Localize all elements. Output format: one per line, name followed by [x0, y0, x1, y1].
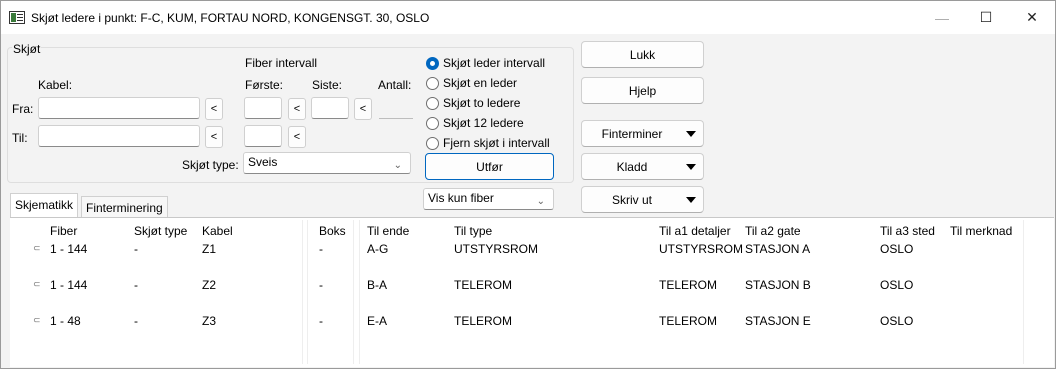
fiber-interval-label: Fiber intervall [245, 56, 318, 70]
window-title: Skjøt ledere i punkt: F-C, KUM, FORTAU N… [31, 11, 430, 25]
table-row[interactable] [10, 274, 1020, 294]
chevron-down-icon: ⌄ [536, 196, 545, 207]
tab-finterminering[interactable]: Finterminering [81, 196, 168, 218]
print-menu-button[interactable]: Skriv ut [581, 186, 704, 213]
cell-til-ende: A-G [367, 242, 389, 256]
skjot-type-select[interactable]: Sveis ⌄ [243, 152, 411, 174]
fra-pick-button[interactable]: < [205, 98, 223, 120]
cell-skjot-type: - [134, 314, 138, 328]
antall-readonly-field [379, 118, 413, 119]
cell-boks: - [319, 242, 323, 256]
execute-button[interactable]: Utfør [425, 153, 554, 180]
radio-skjot-12-ledere[interactable]: Skjøt 12 ledere [426, 115, 524, 131]
forste-label: Første: [245, 78, 283, 92]
cell-til-type: TELEROM [454, 278, 513, 292]
kabel-label: Kabel: [38, 78, 73, 92]
radio-skjot-en-leder[interactable]: Skjøt en leder [426, 75, 517, 91]
col-header-fiber[interactable]: Fiber [50, 224, 77, 238]
radio-indicator [426, 56, 439, 70]
fra-label: Fra: [12, 102, 34, 116]
radio-indicator [426, 136, 439, 150]
radio-skjot-to-ledere[interactable]: Skjøt to ledere [426, 95, 520, 111]
cell-til-type: TELEROM [454, 314, 513, 328]
cell-til-a2: STASJON A [745, 242, 811, 256]
radio-skjot-leder-intervall[interactable]: Skjøt leder intervall [426, 55, 545, 71]
chevron-down-icon: ⌄ [393, 160, 402, 171]
cell-til-type: UTSTYRSROM [454, 242, 538, 256]
tab-skjematikk[interactable]: Skjematikk [10, 193, 79, 217]
groupbox-label: Skjøt [12, 42, 42, 56]
fra-forste-pick-button[interactable]: < [288, 98, 306, 120]
radio-indicator [426, 96, 439, 110]
col-header-til-a3[interactable]: Til a3 sted [880, 224, 935, 238]
close-window-button[interactable]: ✕ [1009, 1, 1055, 34]
kladd-menu-button[interactable]: Kladd [581, 153, 704, 180]
cell-kabel: Z2 [202, 278, 217, 292]
cell-skjot-type: - [134, 242, 138, 256]
title-bar: Skjøt ledere i punkt: F-C, KUM, FORTAU N… [1, 1, 1055, 34]
radio-indicator [426, 76, 439, 90]
table-row[interactable] [10, 310, 1020, 330]
cell-til-a3: OSLO [880, 278, 914, 292]
cell-boks: - [319, 278, 323, 292]
view-filter-select[interactable]: Vis kun fiber ⌄ [423, 188, 554, 210]
dropdown-arrow-icon [686, 130, 696, 137]
row-toggle-icon[interactable]: ⊂ [33, 279, 41, 290]
col-header-til-merknad[interactable]: Til merknad [950, 224, 1012, 238]
cell-fiber: 1 - 144 [50, 242, 88, 256]
cell-til-a3: OSLO [880, 314, 914, 328]
row-toggle-icon[interactable]: ⊂ [33, 315, 41, 326]
maximize-button[interactable]: ☐ [963, 1, 1009, 34]
col-header-til-ende[interactable]: Til ende [367, 224, 409, 238]
help-button[interactable]: Hjelp [581, 77, 704, 104]
cell-kabel: Z3 [202, 314, 217, 328]
col-header-boks[interactable]: Boks [319, 224, 346, 238]
til-pick-button[interactable]: < [205, 126, 223, 148]
col-header-til-a2[interactable]: Til a2 gate [745, 224, 801, 238]
dropdown-arrow-icon [686, 196, 696, 203]
col-header-skjot-type[interactable]: Skjøt type [134, 224, 187, 238]
til-forste-pick-button[interactable]: < [288, 126, 306, 148]
dropdown-arrow-icon [686, 163, 696, 170]
til-label: Til: [12, 131, 28, 145]
siste-label: Siste: [312, 78, 343, 92]
minimize-button[interactable]: — [919, 1, 965, 34]
finterminer-menu-button[interactable]: Finterminer [581, 120, 704, 147]
siste-input[interactable] [311, 97, 349, 119]
til-cable-input[interactable] [38, 125, 200, 147]
antall-label: Antall: [378, 78, 412, 92]
cell-til-a1: TELEROM [659, 314, 718, 328]
cell-fiber: 1 - 144 [50, 278, 88, 292]
cell-til-a2: STASJON B [745, 278, 811, 292]
cell-til-a1: TELEROM [659, 278, 718, 292]
cell-boks: - [319, 314, 323, 328]
schematic-table: Fiber Skjøt type Kabel Boks Til ende Til… [10, 217, 1054, 367]
skjot-type-label: Skjøt type: [182, 158, 239, 172]
column-divider [1023, 220, 1024, 364]
close-icon: ✕ [1026, 9, 1038, 25]
cell-til-a3: OSLO [880, 242, 914, 256]
col-header-til-type[interactable]: Til type [454, 224, 492, 238]
cell-til-a2: STASJON E [745, 314, 811, 328]
dialog-window: Skjøt ledere i punkt: F-C, KUM, FORTAU N… [0, 0, 1056, 369]
fra-forste-input[interactable] [244, 97, 282, 119]
col-header-kabel[interactable]: Kabel [202, 224, 233, 238]
maximize-icon: ☐ [979, 9, 993, 25]
cell-fiber: 1 - 48 [50, 314, 81, 328]
cell-skjot-type: - [134, 278, 138, 292]
app-icon [9, 11, 25, 24]
cell-til-ende: E-A [367, 314, 388, 328]
cell-til-ende: B-A [367, 278, 388, 292]
close-button[interactable]: Lukk [581, 41, 704, 68]
cell-kabel: Z1 [202, 242, 217, 256]
cell-til-a1: UTSTYRSROM [659, 242, 743, 256]
siste-pick-button[interactable]: < [354, 98, 372, 120]
til-forste-input[interactable] [244, 125, 282, 147]
radio-fjern-skjot[interactable]: Fjern skjøt i intervall [426, 135, 550, 151]
fra-cable-input[interactable] [38, 97, 200, 119]
row-toggle-icon[interactable]: ⊂ [33, 243, 41, 254]
radio-indicator [426, 116, 439, 130]
col-header-til-a1[interactable]: Til a1 detaljer [659, 224, 731, 238]
minimize-icon: — [935, 9, 949, 26]
